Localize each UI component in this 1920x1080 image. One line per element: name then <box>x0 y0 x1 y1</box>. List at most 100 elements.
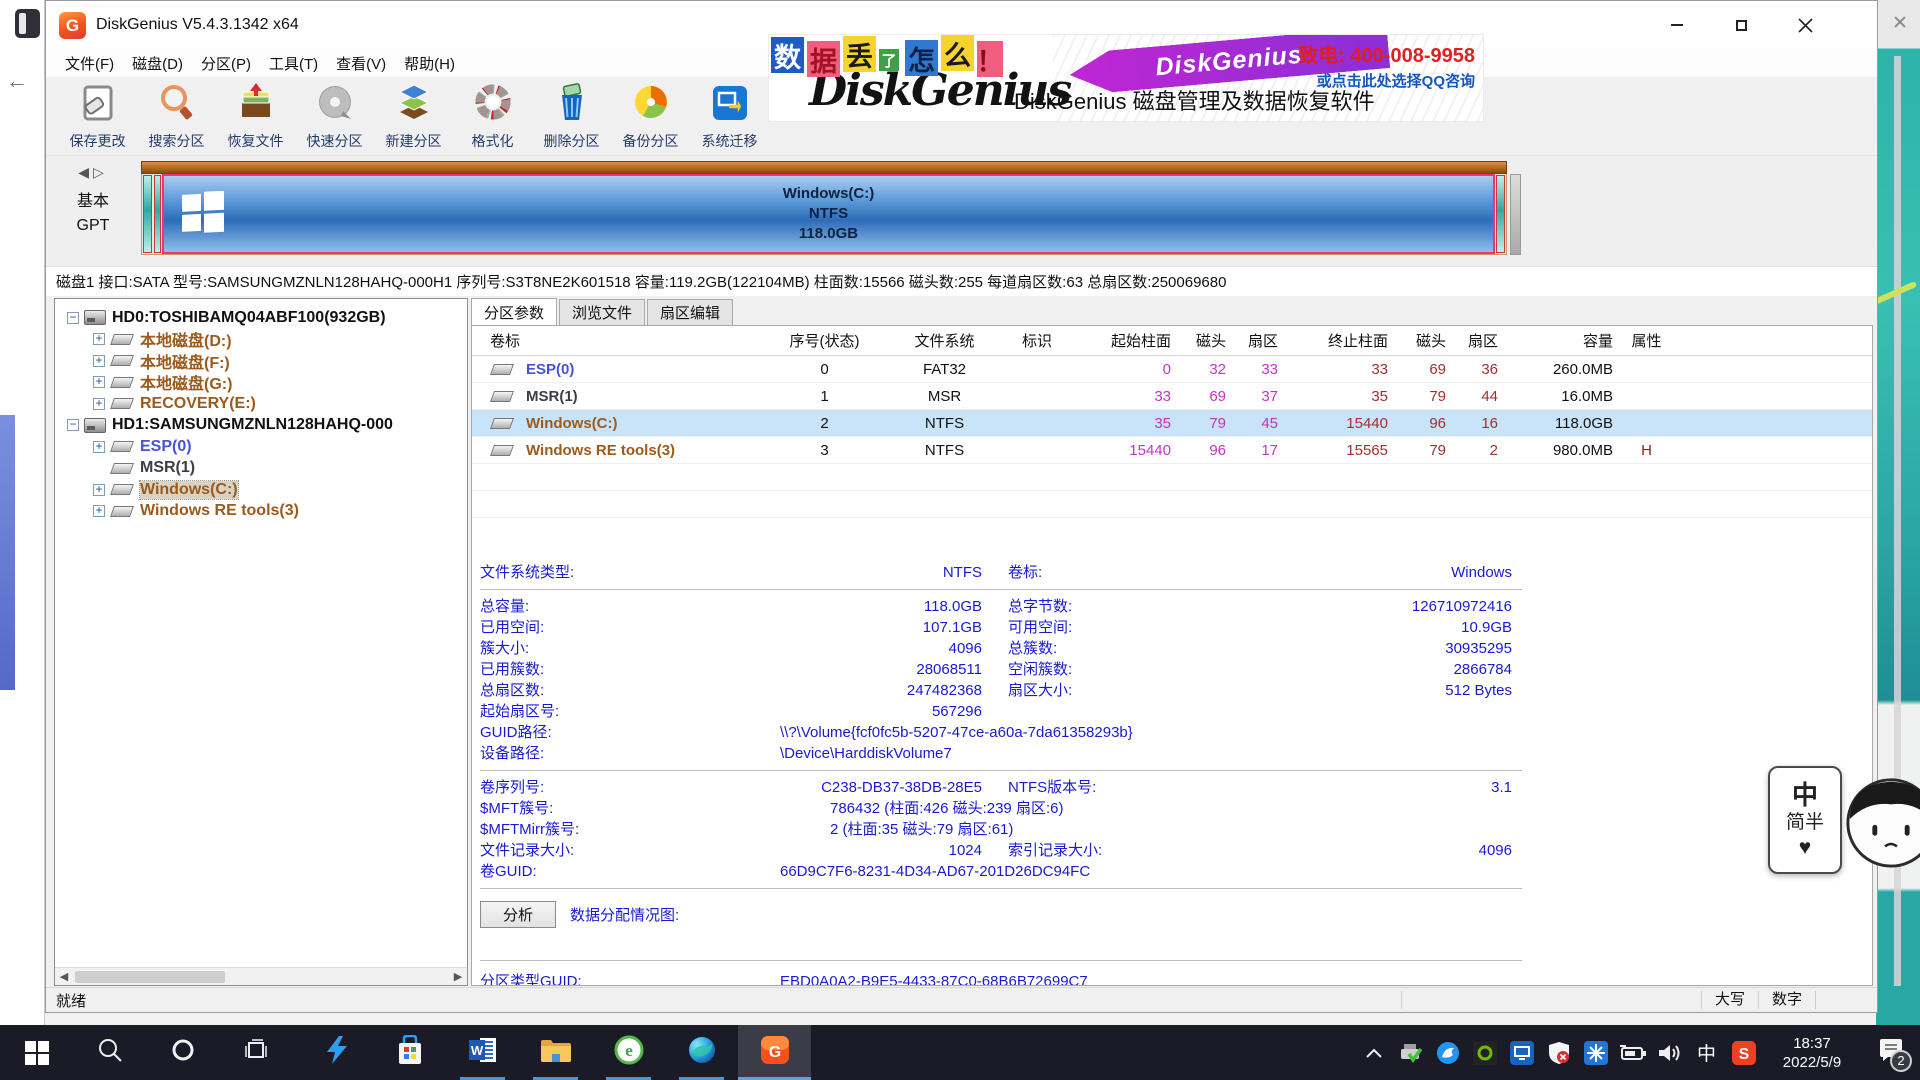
tray-printer-icon[interactable] <box>1392 1025 1429 1080</box>
tray-snowflake-icon[interactable] <box>1577 1025 1614 1080</box>
recover-files-button[interactable]: 恢复文件 <box>216 77 295 153</box>
taskbar-clock[interactable]: 18:37 2022/5/9 <box>1762 1034 1862 1072</box>
table-row-winre[interactable]: Windows RE tools(3) 3 NTFS 15440 96 17 1… <box>472 437 1872 464</box>
menu-file[interactable]: 文件(F) <box>56 50 123 77</box>
menu-tools[interactable]: 工具(T) <box>260 50 327 77</box>
tray-tim-icon[interactable] <box>1429 1025 1466 1080</box>
tree-item-local-f[interactable]: + 本地磁盘(F:) <box>55 350 467 372</box>
tree-item-esp[interactable]: + ESP(0) <box>55 436 467 458</box>
prev-disk-arrow-icon[interactable]: ◀ <box>78 164 93 180</box>
table-row-windows-c[interactable]: Windows(C:) 2 NTFS 35 79 45 15440 96 16 … <box>472 410 1872 437</box>
start-button[interactable] <box>0 1025 73 1080</box>
promo-banner[interactable]: DiskGenius 数 据 丢 了 怎 么 ！ DiskGenius 致电: … <box>768 34 1484 122</box>
tray-battery-icon[interactable] <box>1614 1025 1651 1080</box>
scroll-right-icon[interactable]: ▶ <box>449 970 467 983</box>
menu-view[interactable]: 查看(V) <box>327 50 395 77</box>
new-partition-button[interactable]: 新建分区 <box>374 77 453 153</box>
next-disk-arrow-icon[interactable]: ▷ <box>93 164 108 180</box>
action-center-button[interactable]: 2 <box>1862 1025 1920 1080</box>
expand-icon[interactable]: + <box>93 333 105 345</box>
selected-partition-name: Windows(C:) <box>164 184 1493 204</box>
tree-item-recovery-e[interactable]: + RECOVERY(E:) <box>55 393 467 415</box>
pinned-app-store[interactable] <box>373 1025 446 1080</box>
backup-partition-button[interactable]: 备份分区 <box>611 77 690 153</box>
partition-bar-scroll[interactable] <box>1510 174 1521 255</box>
tray-ime-indicator[interactable]: 中 <box>1697 1039 1716 1066</box>
status-bar: 就绪 大写 数字 <box>46 987 1877 1012</box>
expand-icon[interactable]: + <box>93 484 105 496</box>
analyze-button[interactable]: 分析 <box>480 901 556 928</box>
status-ready: 就绪 <box>56 990 86 1011</box>
tray-sogou-icon[interactable]: S <box>1725 1025 1762 1080</box>
taskbar-app-360-browser[interactable]: e <box>592 1025 665 1080</box>
partition-block-msr[interactable] <box>154 175 161 253</box>
tab-browse-files[interactable]: 浏览文件 <box>559 299 645 325</box>
save-changes-button[interactable]: 保存更改 <box>58 77 137 153</box>
minimize-button[interactable] <box>1645 1 1709 49</box>
expand-icon[interactable]: + <box>93 398 105 410</box>
expand-icon[interactable]: + <box>93 376 105 388</box>
tray-chevron-up-icon[interactable] <box>1355 1025 1392 1080</box>
collapse-icon[interactable]: − <box>67 419 79 431</box>
task-view-icon <box>243 1037 269 1068</box>
tray-security-shield-icon[interactable] <box>1540 1025 1577 1080</box>
partition-block-windows-c[interactable]: Windows(C:) NTFS 118.0GB <box>162 174 1495 254</box>
search-partition-button[interactable]: 搜索分区 <box>137 77 216 153</box>
collapse-icon[interactable]: − <box>67 312 79 324</box>
tree-item-winre[interactable]: + Windows RE tools(3) <box>55 501 467 523</box>
scroll-left-icon[interactable]: ◀ <box>55 970 73 983</box>
tree-item-local-g[interactable]: + 本地磁盘(G:) <box>55 372 467 394</box>
taskbar-app-file-explorer[interactable] <box>519 1025 592 1080</box>
status-num: 数字 <box>1758 991 1815 1009</box>
tray-nvidia-icon[interactable] <box>1466 1025 1503 1080</box>
maximize-button[interactable] <box>1709 1 1773 49</box>
svg-text:S: S <box>1738 1046 1749 1063</box>
tray-intel-graphics-icon[interactable] <box>1503 1025 1540 1080</box>
partition-block-esp[interactable] <box>143 175 152 253</box>
menu-disk[interactable]: 磁盘(D) <box>123 50 192 77</box>
table-row-msr[interactable]: MSR(1) 1 MSR 33 69 37 35 79 44 16.0MB <box>472 383 1872 410</box>
expand-icon[interactable]: + <box>93 355 105 367</box>
close-button[interactable] <box>1773 1 1837 49</box>
cortana-button[interactable] <box>146 1025 219 1080</box>
tree-item-hd0[interactable]: − HD0:TOSHIBAMQ04ABF100(932GB) <box>55 307 467 329</box>
partition-icon <box>110 398 134 409</box>
tab-partition-params[interactable]: 分区参数 <box>471 298 557 325</box>
format-button[interactable]: 格式化 <box>453 77 532 153</box>
recover-box-icon <box>234 81 278 130</box>
tree-item-hd1[interactable]: − HD1:SAMSUNGMZNLN128HAHQ-000 <box>55 415 467 437</box>
background-app-icon <box>15 9 40 38</box>
window-title: DiskGenius V5.4.3.1342 x64 <box>96 16 299 34</box>
ime-status-panel[interactable]: 中 简半 ♥ <box>1768 766 1842 874</box>
table-row-esp[interactable]: ESP(0) 0 FAT32 0 32 33 33 69 36 260.0MB <box>472 356 1872 383</box>
svg-text:e: e <box>625 1041 633 1060</box>
expand-icon[interactable]: + <box>93 441 105 453</box>
menu-partition[interactable]: 分区(P) <box>192 50 260 77</box>
pinned-app-lightning[interactable] <box>300 1025 373 1080</box>
taskbar-app-word[interactable]: W <box>446 1025 519 1080</box>
disk-strip <box>141 161 1507 174</box>
tree-item-msr[interactable]: MSR(1) <box>55 458 467 480</box>
expand-icon[interactable]: + <box>93 505 105 517</box>
tree-horizontal-scrollbar[interactable]: ◀ ▶ <box>55 967 467 985</box>
tray-volume-icon[interactable] <box>1651 1025 1688 1080</box>
tree-item-windows-c[interactable]: + Windows(C:) <box>55 479 467 501</box>
disk-type-basic: 基本 <box>46 187 140 211</box>
tree-item-local-d[interactable]: + 本地磁盘(D:) <box>55 329 467 351</box>
tab-strip: 分区参数 浏览文件 扇区编辑 <box>471 298 1873 325</box>
delete-partition-button[interactable]: 删除分区 <box>532 77 611 153</box>
ime-mode-chinese: 中 <box>1792 780 1818 810</box>
table-row-empty <box>472 464 1872 491</box>
system-migrate-button[interactable]: 系统迁移 <box>690 77 769 153</box>
scrollbar-thumb[interactable] <box>75 971 225 983</box>
tab-sector-edit[interactable]: 扇区编辑 <box>647 299 733 325</box>
taskbar-search-button[interactable] <box>73 1025 146 1080</box>
menu-help[interactable]: 帮助(H) <box>395 50 464 77</box>
task-view-button[interactable] <box>219 1025 292 1080</box>
quick-partition-button[interactable]: 快速分区 <box>295 77 374 153</box>
taskbar-app-diskgenius[interactable]: G <box>738 1025 811 1080</box>
taskbar-app-edge[interactable] <box>665 1025 738 1080</box>
partition-block-winre[interactable] <box>1496 175 1505 253</box>
diskgenius-taskbar-icon: G <box>760 1035 790 1070</box>
svg-text:W: W <box>470 1043 483 1058</box>
